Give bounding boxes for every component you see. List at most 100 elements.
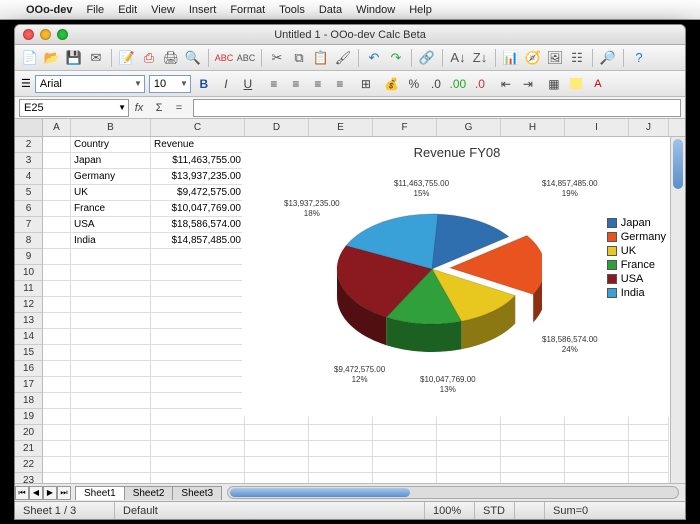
- paintbrush-icon[interactable]: 🖌: [334, 49, 352, 67]
- redo-icon[interactable]: ↷: [387, 49, 405, 67]
- row-header[interactable]: 17: [15, 377, 42, 393]
- cell[interactable]: [245, 473, 309, 483]
- cell[interactable]: [151, 249, 245, 265]
- cell[interactable]: [43, 185, 71, 201]
- number-button[interactable]: .0: [427, 75, 445, 93]
- cell[interactable]: [43, 137, 71, 153]
- cell[interactable]: [43, 393, 71, 409]
- spellcheck-icon[interactable]: ABC: [215, 49, 233, 67]
- select-all-corner[interactable]: [15, 119, 42, 137]
- cell[interactable]: [71, 473, 151, 483]
- copy-icon[interactable]: ⧉: [290, 49, 308, 67]
- bold-button[interactable]: B: [195, 75, 213, 93]
- new-icon[interactable]: 📄: [21, 49, 39, 67]
- cell[interactable]: [43, 265, 71, 281]
- column-header[interactable]: H: [501, 119, 565, 136]
- cell[interactable]: [43, 249, 71, 265]
- cell[interactable]: [43, 441, 71, 457]
- styles-icon[interactable]: ☰: [21, 77, 31, 90]
- open-icon[interactable]: 📂: [43, 49, 61, 67]
- cell[interactable]: [309, 441, 373, 457]
- row-header[interactable]: 22: [15, 457, 42, 473]
- equals-button[interactable]: =: [169, 99, 189, 117]
- cell[interactable]: $11,463,755.00: [151, 153, 245, 169]
- cell[interactable]: [565, 473, 629, 483]
- sort-desc-icon[interactable]: Z↓: [471, 49, 489, 67]
- datasources-icon[interactable]: ☷: [568, 49, 586, 67]
- function-wizard-button[interactable]: fx: [129, 99, 149, 117]
- titlebar[interactable]: Untitled 1 - OOo-dev Calc Beta: [15, 25, 685, 45]
- cell[interactable]: [565, 457, 629, 473]
- row-header[interactable]: 23: [15, 473, 42, 483]
- menu-data[interactable]: Data: [319, 4, 342, 16]
- formula-input[interactable]: [193, 99, 681, 117]
- cell[interactable]: [501, 457, 565, 473]
- cell[interactable]: [71, 297, 151, 313]
- align-right-button[interactable]: ≡: [309, 75, 327, 93]
- hyperlink-icon[interactable]: 🔗: [418, 49, 436, 67]
- cell[interactable]: [151, 281, 245, 297]
- cell[interactable]: [437, 457, 501, 473]
- zoom-icon[interactable]: 🔎: [599, 49, 617, 67]
- cell[interactable]: [71, 441, 151, 457]
- sheet-tab[interactable]: Sheet1: [75, 486, 125, 500]
- menu-file[interactable]: File: [86, 4, 104, 16]
- cell[interactable]: [43, 169, 71, 185]
- cell[interactable]: [71, 329, 151, 345]
- cell[interactable]: [43, 217, 71, 233]
- cell[interactable]: [501, 473, 565, 483]
- row-header[interactable]: 14: [15, 329, 42, 345]
- cell[interactable]: $10,047,769.00: [151, 201, 245, 217]
- increase-indent-button[interactable]: ⇥: [519, 75, 537, 93]
- cell[interactable]: [437, 425, 501, 441]
- mac-app-name[interactable]: OOo-dev: [26, 4, 72, 16]
- remove-decimal-button[interactable]: .0: [471, 75, 489, 93]
- cell[interactable]: [373, 457, 437, 473]
- cell[interactable]: [43, 361, 71, 377]
- merge-cells-button[interactable]: ⊞: [357, 75, 375, 93]
- cell[interactable]: [151, 457, 245, 473]
- column-header[interactable]: C: [151, 119, 245, 136]
- column-header[interactable]: J: [629, 119, 669, 136]
- cell[interactable]: [43, 313, 71, 329]
- row-header[interactable]: 8: [15, 233, 42, 249]
- cell[interactable]: [71, 265, 151, 281]
- column-header[interactable]: I: [565, 119, 629, 136]
- cell[interactable]: [43, 297, 71, 313]
- autospell-icon[interactable]: ABC: [237, 49, 255, 67]
- vertical-scroll-thumb[interactable]: [673, 139, 683, 189]
- cell[interactable]: $14,857,485.00: [151, 233, 245, 249]
- row-header[interactable]: 10: [15, 265, 42, 281]
- cell[interactable]: [629, 425, 669, 441]
- percent-button[interactable]: %: [405, 75, 423, 93]
- column-header[interactable]: A: [43, 119, 71, 136]
- menu-edit[interactable]: Edit: [118, 4, 137, 16]
- navigator-icon[interactable]: 🧭: [524, 49, 542, 67]
- row-header[interactable]: 12: [15, 297, 42, 313]
- font-size-dropdown[interactable]: 10▼: [149, 75, 191, 93]
- borders-button[interactable]: ▦: [545, 75, 563, 93]
- tab-first-button[interactable]: ⏮: [15, 486, 29, 500]
- tab-next-button[interactable]: ▶: [43, 486, 57, 500]
- cell[interactable]: [373, 425, 437, 441]
- status-zoom[interactable]: 100%: [425, 502, 475, 519]
- cell[interactable]: [43, 425, 71, 441]
- gallery-icon[interactable]: 🖼: [546, 49, 564, 67]
- cell[interactable]: [71, 345, 151, 361]
- align-justify-button[interactable]: ≡: [331, 75, 349, 93]
- menu-help[interactable]: Help: [409, 4, 432, 16]
- row-header[interactable]: 20: [15, 425, 42, 441]
- add-decimal-button[interactable]: .00: [449, 75, 467, 93]
- cell[interactable]: Country: [71, 137, 151, 153]
- cell[interactable]: [151, 265, 245, 281]
- align-center-button[interactable]: ≡: [287, 75, 305, 93]
- row-header[interactable]: 21: [15, 441, 42, 457]
- print-icon[interactable]: 🖨: [162, 49, 180, 67]
- menu-insert[interactable]: Insert: [189, 4, 217, 16]
- menu-tools[interactable]: Tools: [279, 4, 305, 16]
- cell[interactable]: USA: [71, 217, 151, 233]
- currency-button[interactable]: 💰: [383, 75, 401, 93]
- row-header[interactable]: 5: [15, 185, 42, 201]
- cell[interactable]: [373, 441, 437, 457]
- cell[interactable]: [501, 441, 565, 457]
